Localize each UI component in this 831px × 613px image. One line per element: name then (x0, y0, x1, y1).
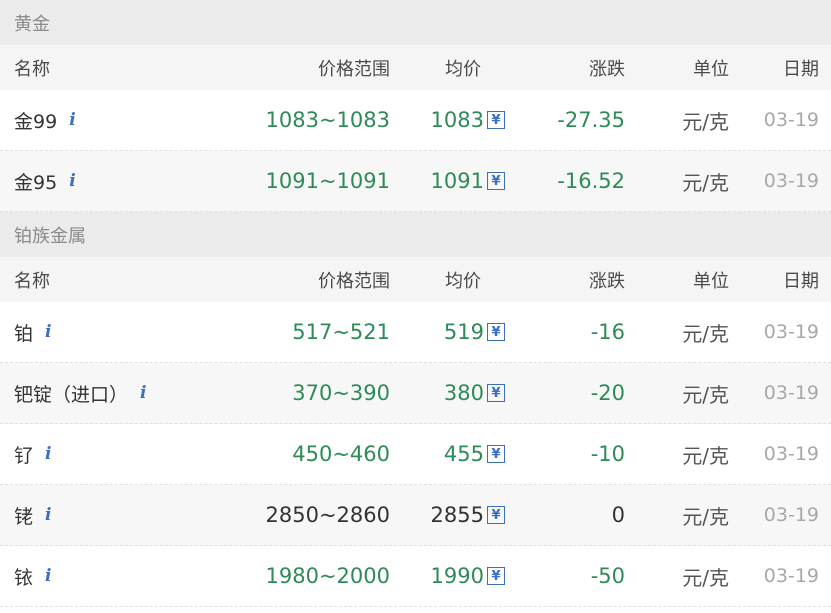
metal-name-cell: 铑i (14, 485, 51, 545)
header-name: 名称 (14, 270, 50, 292)
header-unit: 单位 (693, 270, 729, 292)
avg-price: 380 (443, 381, 484, 405)
info-icon[interactable]: i (69, 110, 75, 130)
metal-name-cell: 铱i (14, 546, 51, 606)
yen-chart-icon[interactable]: ¥ (487, 323, 505, 341)
table-header: 名称 价格范围 均价 涨跌 单位 日期 (0, 257, 831, 302)
metal-name-cell: 钌i (14, 424, 51, 484)
unit: 元/克 (682, 109, 729, 134)
header-date: 日期 (783, 58, 819, 80)
avg-price-cell: 455 ¥ (444, 424, 505, 484)
price-range: 517~521 (292, 320, 390, 344)
yen-chart-icon[interactable]: ¥ (487, 172, 505, 190)
price-range: 2850~2860 (265, 503, 390, 527)
table-row: 金95 i 1091~1091 1091 ¥ -16.52 元/克 03-19 (0, 151, 831, 212)
info-icon[interactable]: i (69, 171, 75, 191)
avg-price-cell: 1083 ¥ (431, 90, 505, 150)
metal-name: 铂 (14, 322, 34, 345)
metal-name: 铱 (14, 566, 34, 589)
price-change: 0 (611, 503, 625, 527)
price-range: 1083~1083 (265, 108, 390, 132)
yen-chart-icon[interactable]: ¥ (487, 384, 505, 402)
avg-price-cell: 1990 ¥ (431, 546, 505, 606)
section-title: 铂族金属 (14, 225, 86, 247)
date: 03-19 (763, 443, 819, 465)
yen-chart-icon[interactable]: ¥ (487, 506, 505, 524)
avg-price: 2855 (430, 503, 484, 527)
metal-name: 钌 (14, 444, 34, 467)
price-range: 1091~1091 (265, 169, 390, 193)
section-title: 黄金 (14, 13, 50, 35)
info-icon[interactable]: i (45, 444, 51, 464)
header-avg: 均价 (445, 270, 481, 292)
avg-price-cell: 1091 ¥ (431, 151, 505, 211)
avg-price-cell: 380 ¥ (444, 363, 505, 423)
info-icon[interactable]: i (140, 383, 146, 403)
header-date: 日期 (783, 270, 819, 292)
price-change: -50 (590, 564, 625, 588)
date: 03-19 (763, 565, 819, 587)
header-name: 名称 (14, 58, 50, 80)
section-title-gold: 黄金 (0, 0, 831, 45)
metal-name-cell: 金95 i (14, 151, 76, 211)
price-change: -16 (590, 320, 625, 344)
price-change: -10 (590, 442, 625, 466)
price-change: -27.35 (557, 108, 625, 132)
header-change: 涨跌 (589, 270, 625, 292)
avg-price: 1091 (430, 169, 484, 193)
date: 03-19 (763, 109, 819, 131)
unit: 元/克 (682, 170, 729, 195)
date: 03-19 (763, 382, 819, 404)
price-table: SMM 上海有色网 SMM 上海有色网 SMM 上海有色网 SMM 上海有色网 … (0, 0, 831, 610)
avg-price: 1083 (430, 108, 484, 132)
metal-name: 钯锭（进口） (14, 383, 129, 406)
table-header: 名称 价格范围 均价 涨跌 单位 日期 (0, 45, 831, 90)
avg-price-cell: 2855 ¥ (431, 485, 505, 545)
yen-chart-icon[interactable]: ¥ (487, 445, 505, 463)
metal-name-cell: 钯锭（进口） i (14, 363, 146, 423)
header-avg: 均价 (445, 58, 481, 80)
table-row: 铱 i 1980~2000 1990 ¥ -50 元/克 03-19 (0, 546, 831, 607)
date: 03-19 (763, 170, 819, 192)
unit: 元/克 (682, 565, 729, 590)
avg-price: 519 (443, 320, 484, 344)
info-icon[interactable]: i (45, 505, 51, 525)
avg-price: 1990 (430, 564, 484, 588)
header-change: 涨跌 (589, 58, 625, 80)
table-row: 钯锭（进口） i 370~390 380 ¥ -20 元/克 03-19 (0, 363, 831, 424)
price-range: 370~390 (292, 381, 390, 405)
metal-name-cell: 铂i (14, 302, 51, 362)
date: 03-19 (763, 504, 819, 526)
price-change: -20 (590, 381, 625, 405)
table-row: 金99 i 1083~1083 1083 ¥ -27.35 元/克 03-19 (0, 90, 831, 151)
header-range: 价格范围 (318, 270, 390, 292)
unit: 元/克 (682, 321, 729, 346)
date: 03-19 (763, 321, 819, 343)
unit: 元/克 (682, 504, 729, 529)
metal-name: 金95 (14, 171, 58, 194)
price-range: 450~460 (292, 442, 390, 466)
section-title-platinum-group: 铂族金属 (0, 212, 831, 257)
price-change: -16.52 (557, 169, 625, 193)
avg-price-cell: 519 ¥ (444, 302, 505, 362)
avg-price: 455 (443, 442, 484, 466)
table-row: 铂 i 517~521 519 ¥ -16 元/克 03-19 (0, 302, 831, 363)
table-row: 钌 i 450~460 455 ¥ -10 元/克 03-19 (0, 424, 831, 485)
info-icon[interactable]: i (45, 566, 51, 586)
metal-name-cell: 金99 i (14, 90, 76, 150)
price-range: 1980~2000 (265, 564, 390, 588)
yen-chart-icon[interactable]: ¥ (487, 567, 505, 585)
info-icon[interactable]: i (45, 322, 51, 342)
unit: 元/克 (682, 443, 729, 468)
unit: 元/克 (682, 382, 729, 407)
metal-name: 金99 (14, 110, 58, 133)
metal-name: 铑 (14, 505, 34, 528)
header-unit: 单位 (693, 58, 729, 80)
header-range: 价格范围 (318, 58, 390, 80)
yen-chart-icon[interactable]: ¥ (487, 111, 505, 129)
table-row: 铑 i 2850~2860 2855 ¥0 元/克 03-19 (0, 485, 831, 546)
